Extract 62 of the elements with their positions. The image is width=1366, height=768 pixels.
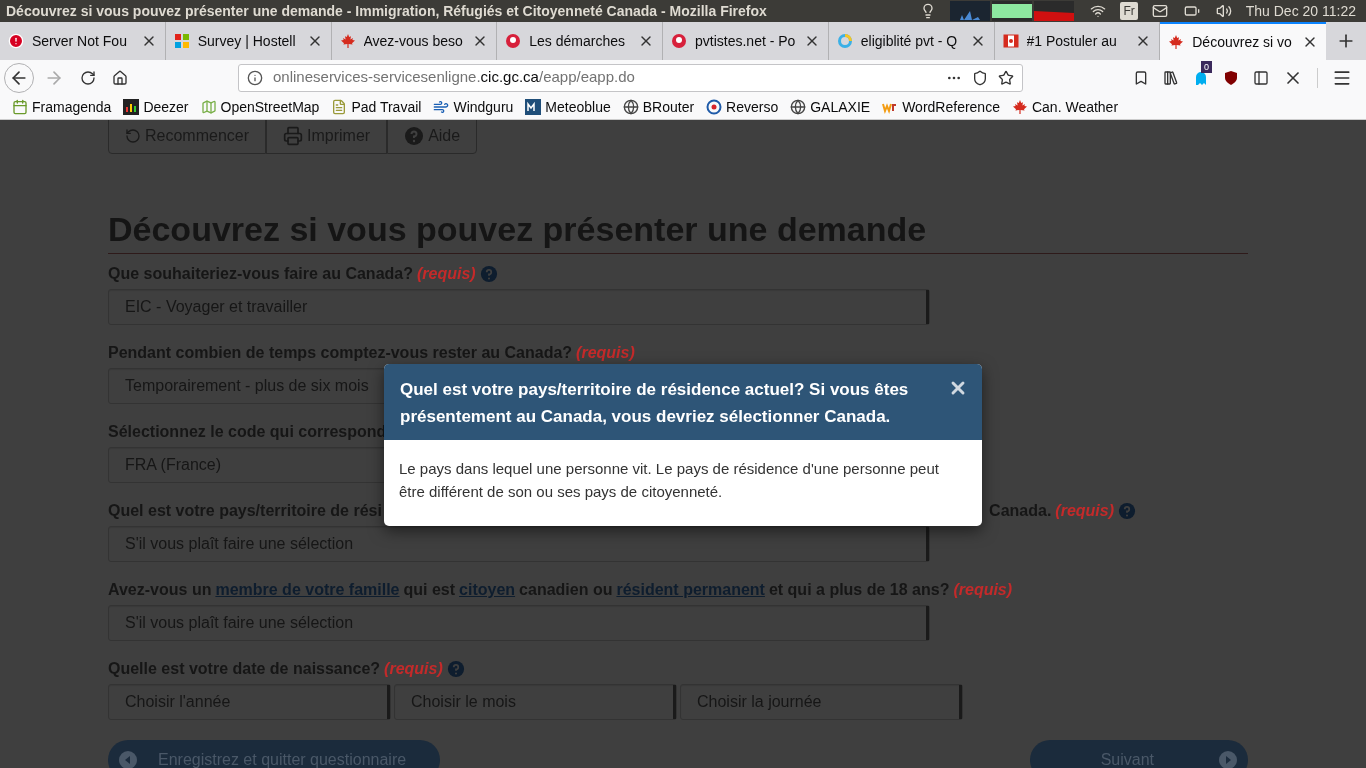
maple-leaf-icon <box>1168 34 1185 50</box>
mail-icon[interactable] <box>1151 3 1168 19</box>
bookmark-item[interactable]: Framagenda <box>32 96 112 118</box>
bookmark-star-icon[interactable] <box>1133 69 1149 86</box>
document-icon <box>331 99 348 115</box>
bookmark-item[interactable]: GALAXIE <box>810 96 871 118</box>
wind-icon <box>433 99 450 115</box>
clock[interactable]: Thu Dec 20 11:22 <box>1245 0 1356 22</box>
swirl-icon <box>706 99 723 115</box>
bookmark-item[interactable]: Reverso <box>726 96 779 118</box>
shield-icon[interactable] <box>972 69 988 86</box>
printer-icon <box>283 126 304 146</box>
keyboard-layout-indicator[interactable]: Fr <box>1120 2 1138 20</box>
address-bar[interactable]: onlineservices-servicesenligne.cic.gc.ca/eapp/eapp.do <box>238 63 1023 92</box>
left-arrow-icon <box>118 750 138 768</box>
mb-logo-icon <box>525 99 542 115</box>
maple-leaf-icon <box>339 33 356 49</box>
flag-icon <box>1002 33 1019 49</box>
required-marker: (requis) <box>1055 501 1114 521</box>
bookmark-item[interactable]: Pad Travail <box>351 96 422 118</box>
ghost-icon[interactable] <box>1193 69 1209 86</box>
maple-leaf-icon <box>1011 99 1028 115</box>
alert-icon <box>8 33 24 49</box>
sidebar-icon[interactable] <box>1253 69 1269 86</box>
globe-icon <box>790 99 807 115</box>
extension-badge: 0 <box>1201 60 1212 73</box>
bookmark-item[interactable]: WordReference <box>902 96 1000 118</box>
ring-logo-icon <box>836 33 853 49</box>
url-text: onlineservices-servicesenligne.cic.gc.ca/eapp/eapp.do <box>273 67 636 88</box>
pin-logo-icon <box>671 33 687 49</box>
info-icon <box>247 69 263 86</box>
bookmark-item[interactable]: BRouter <box>642 96 695 118</box>
equalizer-icon <box>123 99 140 115</box>
wifi-icon[interactable] <box>1090 3 1107 19</box>
bookmark-item[interactable]: Windguru <box>453 96 514 118</box>
bookmark-item[interactable]: Deezer <box>143 96 189 118</box>
bookmark-item[interactable]: OpenStreetMap <box>220 96 320 118</box>
bookmark-item[interactable]: Can. Weather <box>1031 96 1119 118</box>
map-icon <box>200 99 217 115</box>
required-marker: (requis) <box>953 580 1013 600</box>
required-marker: (requis) <box>576 343 635 363</box>
pin-logo-icon <box>505 33 522 49</box>
restart-icon <box>125 128 141 144</box>
dialog-body-text: Le pays dans lequel une personne vit. Le pays de résidence d'une personne peut être différent de son ou ses pays de citoyenneté. <box>398 459 940 502</box>
globe-icon <box>622 99 639 115</box>
reload-icon[interactable] <box>80 69 96 86</box>
browser-tab[interactable]: Découvrez si vo <box>1160 22 1326 60</box>
calendar-icon <box>12 99 28 115</box>
dialog-title: Quel est votre pays/territoire de résidence actuel? Si vous êtes présentement au Canada, vous devriez sélectionner Canada. <box>400 379 910 428</box>
star-icon[interactable] <box>998 69 1014 86</box>
right-arrow-icon <box>1218 750 1238 768</box>
help-icon <box>404 126 425 146</box>
bookmark-item[interactable]: Meteoblue <box>545 96 611 118</box>
required-marker: (requis) <box>384 659 443 679</box>
window-title: Découvrez si vous pouvez présenter une demande - Immigration, Réfugiés et Citoyenneté Canada - Mozilla Firefox <box>6 1 767 21</box>
grid-logo-icon <box>173 33 190 49</box>
library-icon[interactable] <box>1163 69 1179 86</box>
home-icon[interactable] <box>112 69 128 86</box>
system-monitor-graph[interactable] <box>950 1 1077 21</box>
volume-icon[interactable] <box>1215 3 1232 19</box>
shield-logo-icon[interactable] <box>1223 69 1239 86</box>
required-marker: (requis) <box>416 264 476 284</box>
